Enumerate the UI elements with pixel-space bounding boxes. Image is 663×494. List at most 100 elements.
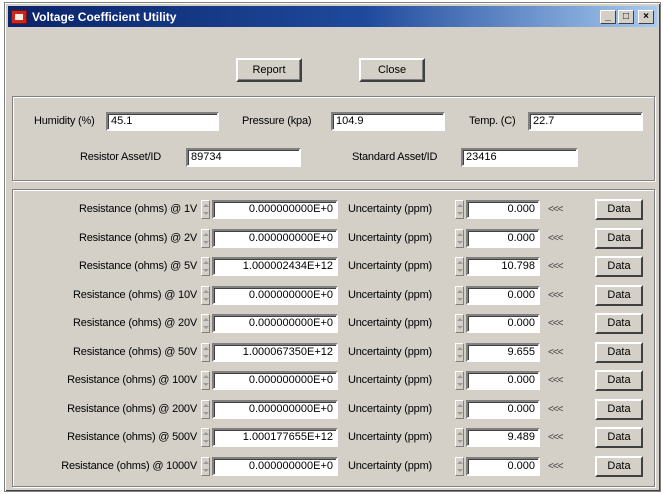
uncertainty-spinner[interactable] [455, 428, 464, 447]
humidity-label: Humidity (%) [34, 115, 95, 127]
uncertainty-field[interactable]: 0.000 [466, 229, 540, 248]
resistance-spinner[interactable] [201, 428, 210, 447]
close-window-button[interactable]: × [638, 9, 654, 24]
uncertainty-spinner[interactable] [455, 200, 464, 219]
resistor-asset-label: Resistor Asset/ID [80, 151, 161, 163]
uncertainty-spinner[interactable] [455, 314, 464, 333]
report-button[interactable]: Report [236, 58, 302, 82]
uncertainty-field[interactable]: 0.000 [466, 314, 540, 333]
arrow-indicator: <<< [548, 233, 564, 244]
data-button[interactable]: Data [595, 285, 643, 306]
minimize-button[interactable]: _ [600, 9, 616, 24]
uncertainty-field[interactable]: 9.655 [466, 343, 540, 362]
uncertainty-label: Uncertainty (ppm) [348, 460, 433, 472]
resistance-field[interactable]: 0.000000000E+0 [212, 371, 338, 390]
resistor-asset-field[interactable]: 89734 [186, 148, 301, 167]
resistance-field[interactable]: 0.000000000E+0 [212, 314, 338, 333]
resistance-field[interactable]: 1.000002434E+12 [212, 257, 338, 276]
pressure-label: Pressure (kpa) [242, 115, 312, 127]
arrow-indicator: <<< [548, 290, 564, 301]
standard-asset-label: Standard Asset/ID [352, 151, 438, 163]
uncertainty-spinner[interactable] [455, 371, 464, 390]
uncertainty-label: Uncertainty (ppm) [348, 431, 433, 443]
data-button[interactable]: Data [595, 342, 643, 363]
resistance-spinner[interactable] [201, 371, 210, 390]
close-button[interactable]: Close [359, 58, 425, 82]
arrow-indicator: <<< [548, 204, 564, 215]
uncertainty-label: Uncertainty (ppm) [348, 203, 433, 215]
conditions-group: Humidity (%) 45.1 Pressure (kpa) 104.9 T… [12, 96, 655, 181]
uncertainty-field[interactable]: 0.000 [466, 400, 540, 419]
uncertainty-spinner[interactable] [455, 400, 464, 419]
resistance-label: Resistance (ohms) @ 100V [67, 374, 197, 386]
arrow-indicator: <<< [548, 432, 564, 443]
resistance-spinner[interactable] [201, 229, 210, 248]
uncertainty-field[interactable]: 0.000 [466, 457, 540, 476]
measurements-group: Resistance (ohms) @ 1V 0.000000000E+0 Unce… [12, 189, 655, 487]
resistance-label: Resistance (ohms) @ 2V [78, 232, 197, 244]
data-button[interactable]: Data [595, 456, 643, 477]
standard-asset-field[interactable]: 23416 [461, 148, 578, 167]
temp-label: Temp. (C) [469, 115, 516, 127]
resistance-spinner[interactable] [201, 400, 210, 419]
resistance-label: Resistance (ohms) @ 5V [78, 260, 197, 272]
data-button[interactable]: Data [595, 370, 643, 391]
data-button[interactable]: Data [595, 256, 643, 277]
uncertainty-spinner[interactable] [455, 457, 464, 476]
resistance-spinner[interactable] [201, 200, 210, 219]
resistance-field[interactable]: 0.000000000E+0 [212, 286, 338, 305]
uncertainty-field[interactable]: 0.000 [466, 286, 540, 305]
data-button[interactable]: Data [595, 399, 643, 420]
resistance-spinner[interactable] [201, 286, 210, 305]
temp-field[interactable]: 22.7 [528, 112, 643, 131]
uncertainty-field[interactable]: 0.000 [466, 371, 540, 390]
resistance-spinner[interactable] [201, 257, 210, 276]
resistance-spinner[interactable] [201, 343, 210, 362]
data-button[interactable]: Data [595, 228, 643, 249]
arrow-indicator: <<< [548, 461, 564, 472]
uncertainty-spinner[interactable] [455, 229, 464, 248]
uncertainty-field[interactable]: 9.489 [466, 428, 540, 447]
uncertainty-label: Uncertainty (ppm) [348, 346, 433, 358]
resistance-label: Resistance (ohms) @ 200V [67, 403, 197, 415]
uncertainty-spinner[interactable] [455, 286, 464, 305]
resistance-label: Resistance (ohms) @ 10V [73, 289, 197, 301]
arrow-indicator: <<< [548, 375, 564, 386]
resistance-field[interactable]: 0.000000000E+0 [212, 400, 338, 419]
humidity-field[interactable]: 45.1 [106, 112, 219, 131]
uncertainty-spinner[interactable] [455, 343, 464, 362]
arrow-indicator: <<< [548, 404, 564, 415]
window-title: Voltage Coefficient Utility [32, 9, 177, 24]
resistance-label: Resistance (ohms) @ 1000V [61, 460, 197, 472]
app-icon [11, 9, 27, 24]
arrow-indicator: <<< [548, 347, 564, 358]
uncertainty-field[interactable]: 10.798 [466, 257, 540, 276]
app-window: Voltage Coefficient Utility _ □ × Report… [4, 2, 661, 492]
maximize-button[interactable]: □ [618, 9, 634, 24]
resistance-field[interactable]: 0.000000000E+0 [212, 229, 338, 248]
uncertainty-label: Uncertainty (ppm) [348, 260, 433, 272]
resistance-label: Resistance (ohms) @ 1V [78, 203, 197, 215]
resistance-field[interactable]: 1.000067350E+12 [212, 343, 338, 362]
resistance-spinner[interactable] [201, 457, 210, 476]
resistance-label: Resistance (ohms) @ 20V [73, 317, 197, 329]
data-button[interactable]: Data [595, 427, 643, 448]
uncertainty-spinner[interactable] [455, 257, 464, 276]
uncertainty-label: Uncertainty (ppm) [348, 403, 433, 415]
resistance-spinner[interactable] [201, 314, 210, 333]
uncertainty-label: Uncertainty (ppm) [348, 232, 433, 244]
resistance-field[interactable]: 0.000000000E+0 [212, 457, 338, 476]
uncertainty-label: Uncertainty (ppm) [348, 289, 433, 301]
arrow-indicator: <<< [548, 318, 564, 329]
arrow-indicator: <<< [548, 261, 564, 272]
data-button[interactable]: Data [595, 199, 643, 220]
resistance-field[interactable]: 0.000000000E+0 [212, 200, 338, 219]
uncertainty-field[interactable]: 0.000 [466, 200, 540, 219]
title-bar[interactable]: Voltage Coefficient Utility _ □ × [8, 6, 657, 27]
pressure-field[interactable]: 104.9 [331, 112, 445, 131]
resistance-label: Resistance (ohms) @ 50V [73, 346, 197, 358]
resistance-label: Resistance (ohms) @ 500V [67, 431, 197, 443]
resistance-field[interactable]: 1.000177655E+12 [212, 428, 338, 447]
data-button[interactable]: Data [595, 313, 643, 334]
uncertainty-label: Uncertainty (ppm) [348, 374, 433, 386]
